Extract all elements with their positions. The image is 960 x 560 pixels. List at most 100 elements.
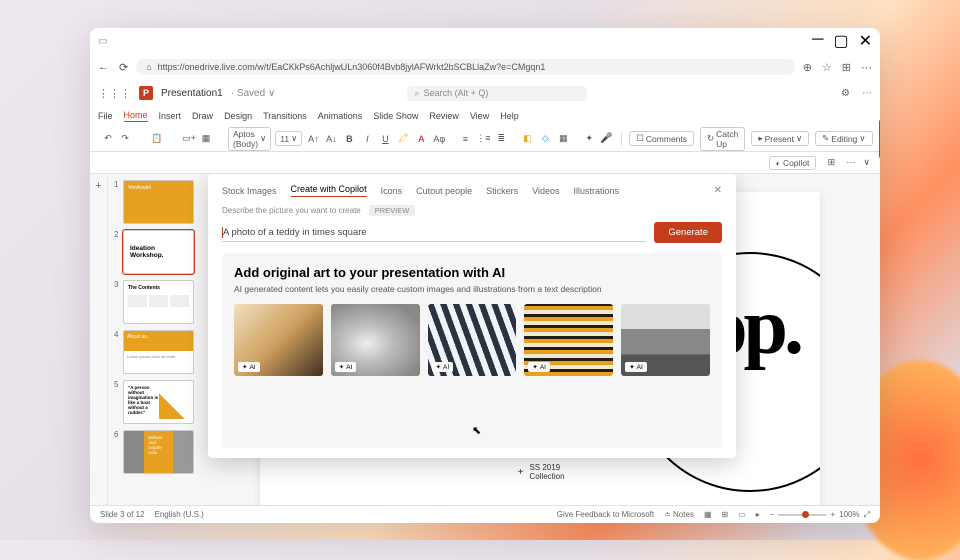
thumb-6[interactable]: 6Deliver and inspire now. bbox=[114, 430, 194, 474]
redo-icon[interactable]: ↷ bbox=[118, 131, 132, 147]
menu-draw[interactable]: Draw bbox=[192, 111, 213, 121]
tab-icons[interactable]: Icons bbox=[381, 186, 403, 196]
view-sorter-icon[interactable]: ⊞ bbox=[722, 510, 729, 519]
tab-videos[interactable]: Videos bbox=[532, 186, 559, 196]
waffle-icon[interactable]: ⋮⋮⋮ bbox=[98, 87, 131, 100]
prompt-input[interactable]: A photo of a teddy in times square bbox=[222, 224, 646, 242]
tab-stickers[interactable]: Stickers bbox=[486, 186, 518, 196]
thumb-1[interactable]: 1VonArsdel bbox=[114, 180, 194, 224]
address-bar[interactable]: ⌂ https://onedrive.live.com/w/t/EaCKkPs6… bbox=[136, 59, 794, 75]
catchup-button[interactable]: ↻ Catch Up bbox=[700, 127, 745, 151]
view-slideshow-icon[interactable]: ▸ bbox=[756, 510, 760, 519]
menu-help[interactable]: Help bbox=[500, 111, 519, 121]
editing-button[interactable]: ✎ Editing ∨ bbox=[815, 131, 872, 146]
app-more-icon[interactable]: ⋯ bbox=[862, 88, 872, 99]
zoom-in-icon[interactable]: + bbox=[830, 510, 835, 519]
language-status[interactable]: English (U.S.) bbox=[154, 510, 203, 519]
comments-button[interactable]: ☐ Comments bbox=[629, 131, 694, 146]
popup-close-icon[interactable]: ✕ bbox=[714, 185, 722, 196]
menu-animations[interactable]: Animations bbox=[318, 111, 363, 121]
collections-icon[interactable]: ⊞ bbox=[842, 61, 851, 74]
arrange-icon[interactable]: ▦ bbox=[556, 131, 570, 147]
zoom-out-icon[interactable]: − bbox=[770, 510, 775, 519]
favorite-icon[interactable]: ☆ bbox=[822, 61, 832, 74]
menu-review[interactable]: Review bbox=[429, 111, 459, 121]
document-name[interactable]: Presentation1 bbox=[161, 88, 223, 99]
settings-icon[interactable]: ⚙ bbox=[841, 88, 850, 99]
feedback-link[interactable]: Give Feedback to Microsoft bbox=[557, 510, 654, 519]
thumb-2[interactable]: 2Ideation Workshop. bbox=[114, 230, 194, 274]
powerpoint-logo: P bbox=[139, 86, 153, 100]
popup-heading: Add original art to your presentation wi… bbox=[234, 265, 710, 280]
thumb-3[interactable]: 3The Contents bbox=[114, 280, 194, 324]
shrink-font-icon[interactable]: A↓ bbox=[324, 131, 338, 147]
shape-outline-icon[interactable]: ◇ bbox=[538, 131, 552, 147]
left-rail: + bbox=[90, 174, 108, 505]
add-in-icon[interactable]: ⊞ bbox=[824, 155, 838, 171]
bullets-icon[interactable]: ≡ bbox=[458, 131, 472, 147]
bold-button[interactable]: B bbox=[342, 131, 356, 147]
menu-view[interactable]: View bbox=[470, 111, 489, 121]
menu-slideshow[interactable]: Slide Show bbox=[373, 111, 418, 121]
font-size[interactable]: 11∨ bbox=[275, 131, 302, 146]
tab-illustrations[interactable]: Illustrations bbox=[574, 186, 620, 196]
new-slide-icon[interactable]: ▭+ bbox=[182, 131, 196, 147]
minimize-icon[interactable]: ─ bbox=[812, 31, 823, 51]
saved-status[interactable]: · Saved ∨ bbox=[231, 88, 276, 99]
generate-button[interactable]: Generate bbox=[654, 222, 722, 243]
zoom-control[interactable]: − + 100% ⤢ bbox=[770, 510, 870, 520]
read-aloud-icon[interactable]: ⊕ bbox=[803, 61, 812, 74]
zoom-value[interactable]: 100% bbox=[839, 510, 859, 519]
underline-button[interactable]: U bbox=[378, 131, 392, 147]
undo-icon[interactable]: ↶ bbox=[101, 131, 115, 147]
fit-icon[interactable]: ⤢ bbox=[864, 510, 870, 520]
example-rowing[interactable]: ✦ AI bbox=[621, 304, 710, 376]
popup-subheading: AI generated content lets you easily cre… bbox=[234, 284, 710, 294]
designer-icon[interactable]: ✦ bbox=[582, 131, 596, 147]
view-normal-icon[interactable]: ▦ bbox=[704, 510, 712, 519]
search-box[interactable]: ⌕ Search (Alt + Q) bbox=[407, 86, 587, 101]
paste-icon[interactable]: 📋 bbox=[150, 131, 164, 147]
copilot-button[interactable]: ◐ Copilot bbox=[769, 156, 817, 170]
grow-font-icon[interactable]: A↑ bbox=[306, 131, 320, 147]
thumb-5[interactable]: 5"A person without imagination is like a… bbox=[114, 380, 194, 424]
tab-create-copilot[interactable]: Create with Copilot bbox=[291, 184, 367, 197]
menu-insert[interactable]: Insert bbox=[159, 111, 182, 121]
font-color-icon[interactable]: A bbox=[414, 131, 428, 147]
tab-cutout-people[interactable]: Cutout people bbox=[416, 186, 472, 196]
slide-canvas[interactable]: op. + SS 2019 Collection Stock Images Cr… bbox=[200, 174, 880, 505]
slide-counter[interactable]: Slide 3 of 12 bbox=[100, 510, 144, 519]
example-building[interactable]: ✦ AI bbox=[428, 304, 517, 376]
menu-design[interactable]: Design bbox=[224, 111, 252, 121]
example-abstract[interactable]: ✦ AI bbox=[234, 304, 323, 376]
ribbon-more-icon[interactable]: ⋯ bbox=[846, 157, 855, 168]
menu-transitions[interactable]: Transitions bbox=[263, 111, 307, 121]
highlight-icon[interactable]: 🖍 bbox=[396, 131, 410, 147]
shape-fill-icon[interactable]: ◧ bbox=[520, 131, 534, 147]
example-car[interactable]: ✦ AI bbox=[331, 304, 420, 376]
more-icon[interactable]: ⋯ bbox=[861, 61, 872, 74]
font-selector[interactable]: Aptos (Body)∨ bbox=[228, 127, 271, 151]
example-hands[interactable]: ✦ AI bbox=[524, 304, 613, 376]
thumb-4[interactable]: 4About us.Lorem ipsum dolor sit amet bbox=[114, 330, 194, 374]
numbering-icon[interactable]: ⋮≡ bbox=[476, 131, 490, 147]
align-icon[interactable]: ≣ bbox=[494, 131, 508, 147]
rail-add-icon[interactable]: + bbox=[95, 180, 101, 192]
italic-button[interactable]: I bbox=[360, 131, 374, 147]
clear-format-icon[interactable]: Aφ bbox=[432, 131, 446, 147]
copilot-image-popup: Stock Images Create with Copilot Icons C… bbox=[208, 174, 736, 458]
tab-stock-images[interactable]: Stock Images bbox=[222, 186, 277, 196]
maximize-icon[interactable]: ▢ bbox=[833, 31, 848, 51]
mic-icon[interactable]: 🎤 bbox=[600, 133, 612, 144]
back-icon[interactable]: ← bbox=[98, 61, 109, 74]
menu-file[interactable]: File bbox=[98, 111, 113, 121]
view-reading-icon[interactable]: ▭ bbox=[738, 510, 746, 519]
ribbon-collapse-icon[interactable]: ∨ bbox=[863, 157, 870, 168]
menu-home[interactable]: Home bbox=[124, 110, 148, 122]
close-icon[interactable]: ✕ bbox=[859, 31, 872, 51]
notes-button[interactable]: ≐ Notes bbox=[664, 510, 694, 519]
refresh-icon[interactable]: ⟳ bbox=[119, 61, 128, 74]
present-button[interactable]: ▸ Present ∨ bbox=[751, 131, 809, 146]
layout-icon[interactable]: ▦ bbox=[199, 131, 213, 147]
workspace: + 1VonArsdel 2Ideation Workshop. 3The Co… bbox=[90, 174, 880, 505]
